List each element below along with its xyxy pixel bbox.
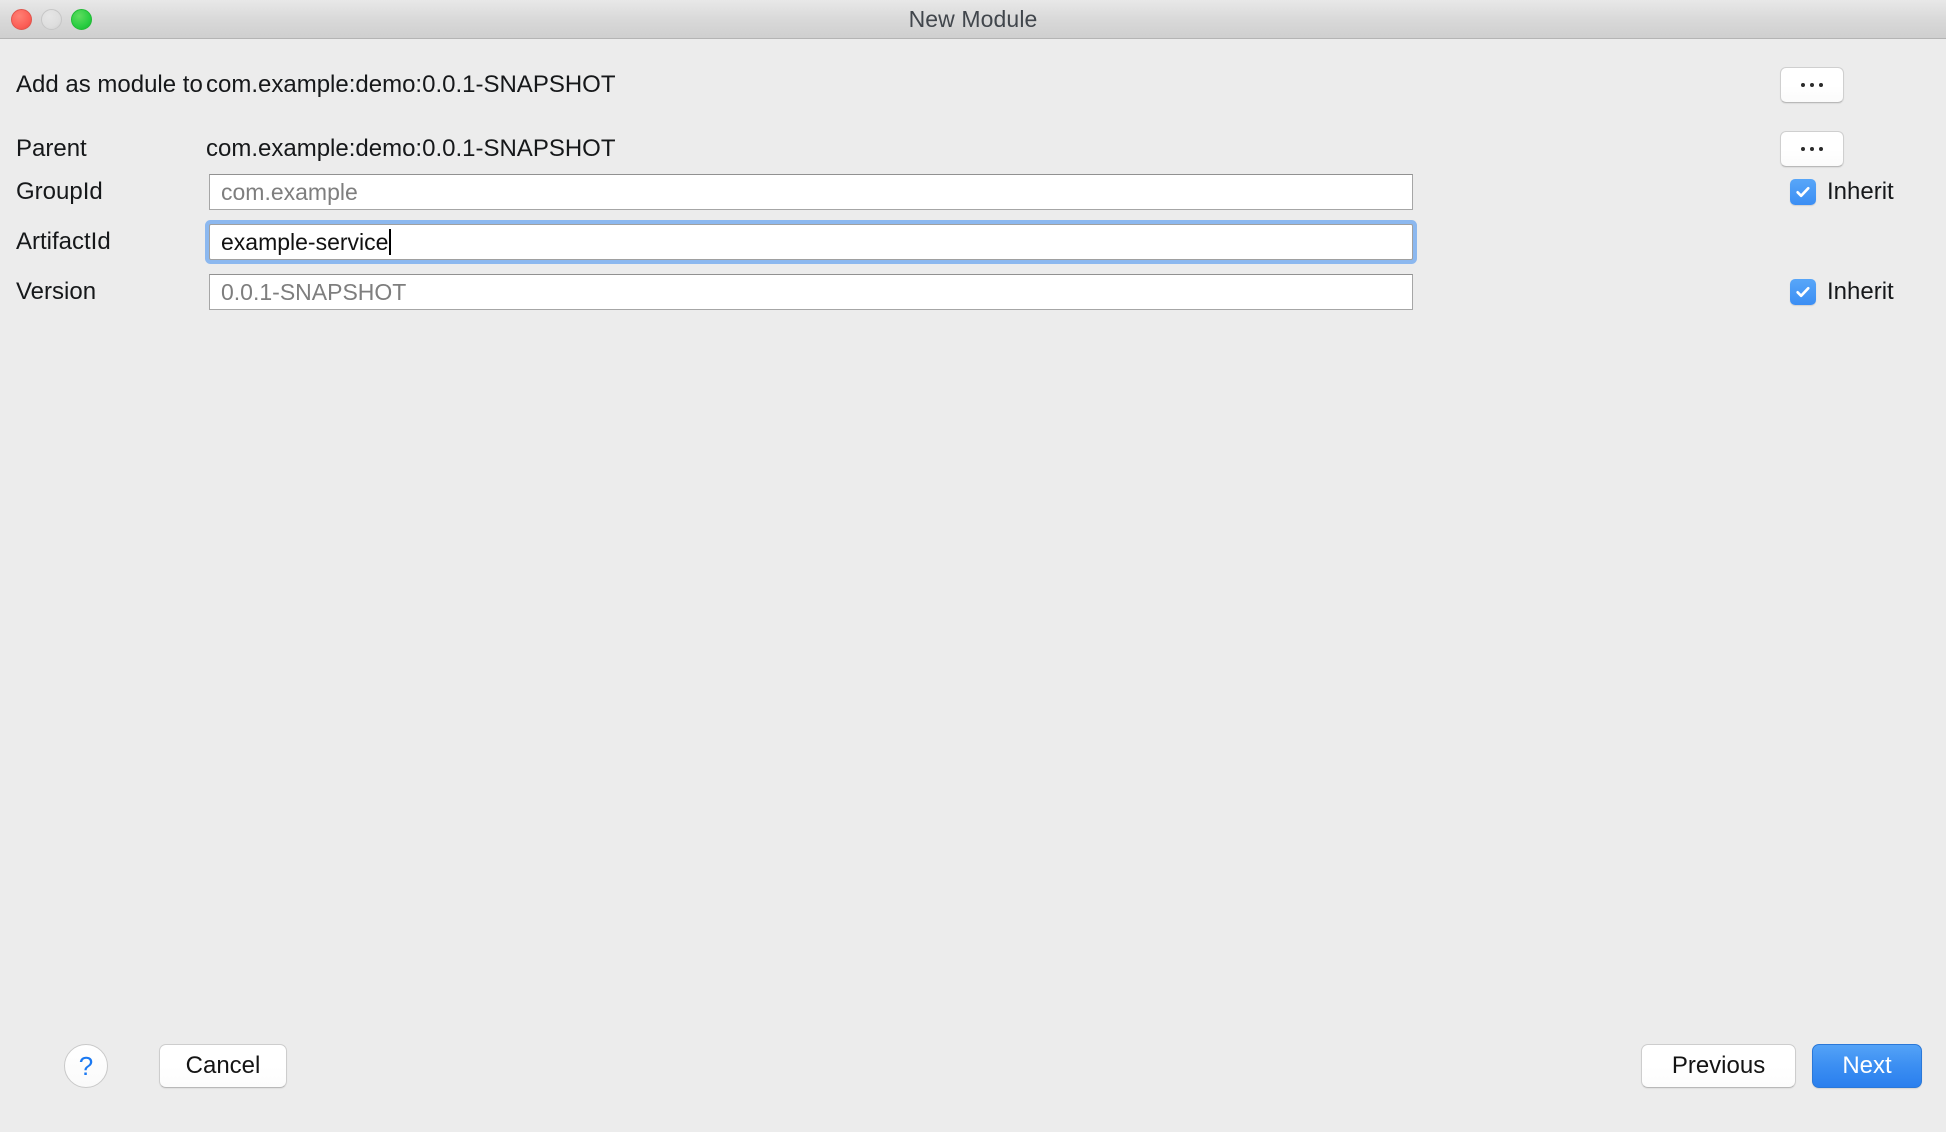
value-add-as-module-to: com.example:demo:0.0.1-SNAPSHOT <box>206 71 616 99</box>
ellipsis-dot-icon <box>1810 83 1814 87</box>
label-parent: Parent <box>16 135 87 163</box>
text-caret <box>389 229 391 255</box>
minimize-window-icon[interactable] <box>41 9 62 30</box>
groupid-inherit-checkbox[interactable] <box>1790 179 1816 205</box>
browse-parent-button[interactable] <box>1780 131 1844 167</box>
value-parent: com.example:demo:0.0.1-SNAPSHOT <box>206 135 616 163</box>
dialog-footer: ? Cancel Previous Next <box>0 1022 1946 1132</box>
next-button[interactable]: Next <box>1812 1044 1922 1088</box>
label-artifactid: ArtifactId <box>16 228 111 256</box>
artifactid-input-value: example-service <box>221 229 388 256</box>
cancel-button[interactable]: Cancel <box>159 1044 287 1088</box>
row-artifactid: ArtifactId example-service <box>0 222 1946 262</box>
version-inherit-group[interactable]: Inherit <box>1790 278 1894 306</box>
artifactid-input[interactable]: example-service <box>209 224 1413 260</box>
ellipsis-dot-icon <box>1801 83 1805 87</box>
label-add-as-module-to: Add as module to <box>16 71 203 99</box>
window-title: New Module <box>909 6 1038 33</box>
previous-button[interactable]: Previous <box>1641 1044 1796 1088</box>
row-groupid: GroupId com.example Inherit <box>0 172 1946 212</box>
ellipsis-dot-icon <box>1810 147 1814 151</box>
version-inherit-checkbox[interactable] <box>1790 279 1816 305</box>
ellipsis-dot-icon <box>1801 147 1805 151</box>
ellipsis-dot-icon <box>1819 83 1823 87</box>
row-add-as-module-to: Add as module to com.example:demo:0.0.1-… <box>0 65 1946 105</box>
groupid-input-value: com.example <box>221 179 358 206</box>
groupid-inherit-label: Inherit <box>1827 178 1894 206</box>
window-titlebar: New Module <box>0 0 1946 39</box>
help-button[interactable]: ? <box>64 1044 108 1088</box>
row-version: Version 0.0.1-SNAPSHOT Inherit <box>0 272 1946 312</box>
close-window-icon[interactable] <box>11 9 32 30</box>
version-input[interactable]: 0.0.1-SNAPSHOT <box>209 274 1413 310</box>
new-module-dialog: New Module Add as module to com.example:… <box>0 0 1946 1132</box>
row-parent: Parent com.example:demo:0.0.1-SNAPSHOT <box>0 129 1946 169</box>
ellipsis-dot-icon <box>1819 147 1823 151</box>
label-groupid: GroupId <box>16 178 103 206</box>
browse-add-as-module-to-button[interactable] <box>1780 67 1844 103</box>
groupid-input[interactable]: com.example <box>209 174 1413 210</box>
traffic-light-group <box>11 0 92 38</box>
label-version: Version <box>16 278 96 306</box>
zoom-window-icon[interactable] <box>71 9 92 30</box>
version-input-value: 0.0.1-SNAPSHOT <box>221 279 406 306</box>
version-inherit-label: Inherit <box>1827 278 1894 306</box>
dialog-content: Add as module to com.example:demo:0.0.1-… <box>0 39 1946 1132</box>
groupid-inherit-group[interactable]: Inherit <box>1790 178 1894 206</box>
